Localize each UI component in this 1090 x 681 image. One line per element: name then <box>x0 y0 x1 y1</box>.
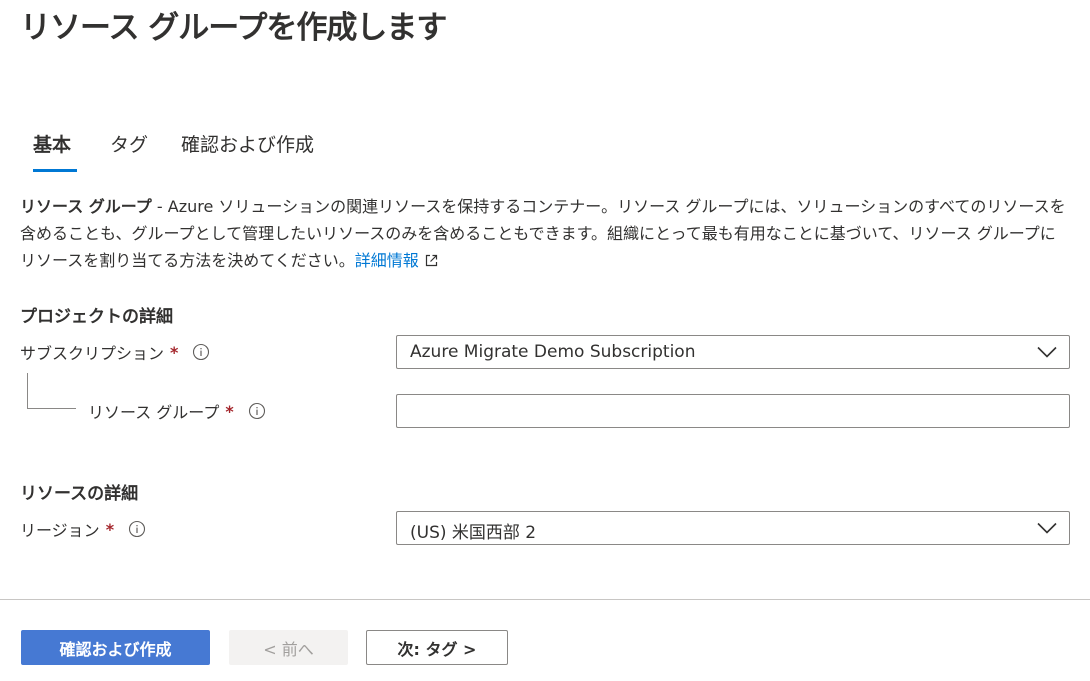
region-label: リージョン * <box>20 517 146 541</box>
region-value: (US) 米国西部 2 <box>410 523 537 543</box>
required-indicator: * <box>170 342 179 362</box>
page-title: リソース グループを作成します <box>20 10 447 46</box>
chevron-down-icon <box>1037 346 1057 358</box>
region-label-text: リージョン <box>20 521 100 540</box>
resource-details-heading: リソースの詳細 <box>20 484 139 504</box>
tab-tags[interactable]: タグ <box>110 130 148 174</box>
required-indicator: * <box>105 519 115 539</box>
project-details-heading: プロジェクトの詳細 <box>20 307 173 327</box>
resource-group-description: リソース グループ - Azure ソリューションの関連リソースを保持するコンテ… <box>20 193 1070 274</box>
chevron-down-icon <box>1037 522 1057 534</box>
previous-button[interactable]: < 前へ <box>229 630 348 665</box>
next-tags-button[interactable]: 次: タグ > <box>366 630 508 665</box>
tab-review-create[interactable]: 確認および作成 <box>181 130 314 174</box>
review-create-button[interactable]: 確認および作成 <box>21 630 210 665</box>
learn-more-link-label: 詳細情報 <box>354 251 419 270</box>
tab-tags-label: タグ <box>110 134 149 156</box>
description-text: - Azure ソリューションの関連リソースを保持するコンテナー。リソース グル… <box>20 197 1066 270</box>
subscription-label: サブスクリプション * <box>20 340 210 364</box>
tab-basics[interactable]: 基本 <box>33 130 71 174</box>
learn-more-link[interactable]: 詳細情報 <box>355 251 438 270</box>
external-link-icon <box>425 254 437 267</box>
info-icon[interactable] <box>128 520 146 538</box>
description-term: リソース グループ <box>20 197 152 216</box>
tab-basics-label: 基本 <box>33 134 72 156</box>
subscription-value: Azure Migrate Demo Subscription <box>410 342 696 362</box>
subscription-dropdown[interactable]: Azure Migrate Demo Subscription <box>396 335 1070 369</box>
required-indicator: * <box>225 401 234 421</box>
active-tab-indicator <box>33 169 77 172</box>
info-icon[interactable] <box>248 402 266 420</box>
region-dropdown[interactable]: (US) 米国西部 2 <box>396 511 1070 545</box>
next-tags-button-label: 次: タグ > <box>397 639 477 659</box>
previous-button-label: < 前へ <box>263 639 314 659</box>
subscription-label-text: サブスクリプション <box>20 344 165 363</box>
tab-review-create-label: 確認および作成 <box>181 134 315 156</box>
resource-group-label: リソース グループ * <box>88 399 266 423</box>
resource-group-input-box <box>396 394 1070 428</box>
hierarchy-connector <box>27 373 76 409</box>
create-resource-group-page: リソース グループを作成します 基本 タグ 確認および作成 リソース グループ … <box>0 0 1090 681</box>
info-icon[interactable] <box>192 343 210 361</box>
footer-divider <box>0 599 1090 600</box>
resource-group-label-text: リソース グループ <box>88 403 220 422</box>
resource-group-input[interactable] <box>397 395 1069 427</box>
review-create-button-label: 確認および作成 <box>59 639 172 659</box>
